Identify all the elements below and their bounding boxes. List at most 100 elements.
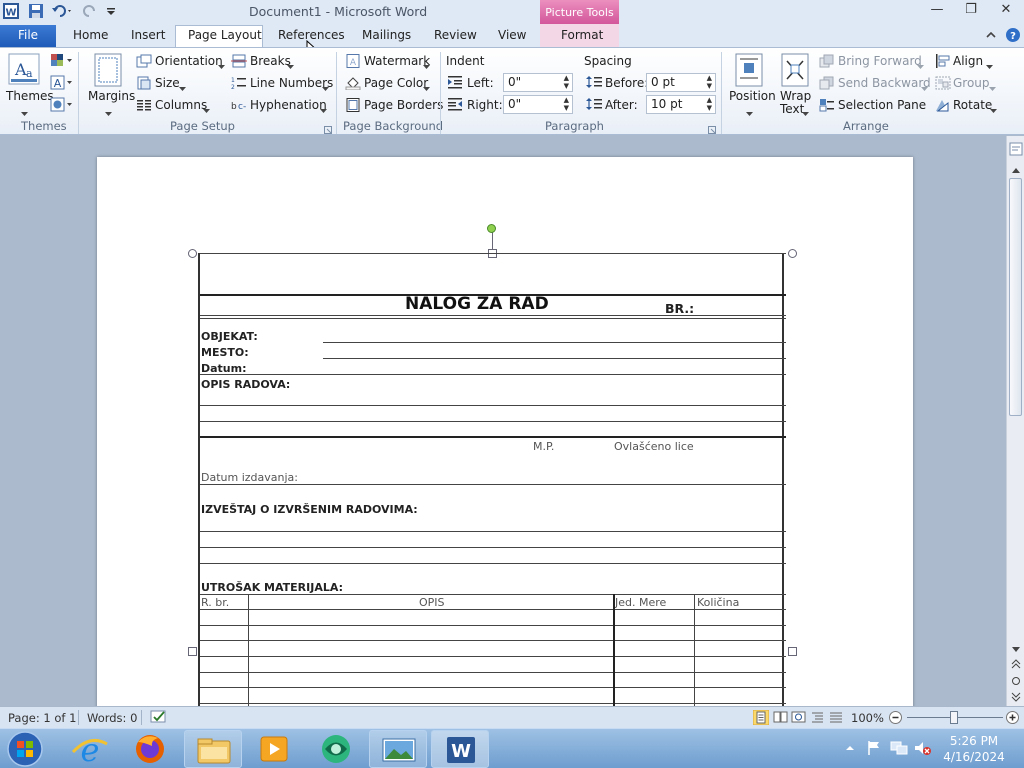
- rotation-handle[interactable]: [487, 224, 496, 233]
- save-icon[interactable]: [28, 3, 44, 22]
- taskbar-picture-viewer[interactable]: [369, 730, 427, 768]
- work-order-form-image[interactable]: NALOG ZA RAD BR.: OBJEKAT: MESTO: Datum:…: [198, 253, 786, 706]
- position-icon[interactable]: [735, 53, 763, 90]
- web-layout-view-icon[interactable]: [791, 710, 807, 728]
- indent-left-spinner[interactable]: 0" ▲ ▼: [503, 73, 573, 92]
- network-icon[interactable]: [890, 740, 908, 759]
- scroll-down-icon[interactable]: [1011, 643, 1021, 657]
- taskbar-media-player[interactable]: [245, 730, 303, 768]
- page-borders-button[interactable]: Page Borders: [364, 98, 443, 112]
- print-layout-view-icon[interactable]: [752, 709, 770, 728]
- hyphenation-button[interactable]: Hyphenation: [250, 98, 327, 112]
- tab-file[interactable]: File: [0, 25, 56, 47]
- taskbar-internet-explorer[interactable]: e: [61, 730, 119, 768]
- taskbar-microsoft-word[interactable]: W: [431, 730, 489, 768]
- page-color-dropdown-icon[interactable]: [423, 81, 431, 95]
- wrap-text-icon[interactable]: [781, 53, 809, 90]
- resize-handle-top-right[interactable]: [788, 249, 797, 258]
- spacing-before-spinner[interactable]: 0 pt ▲ ▼: [646, 73, 716, 92]
- wrap-text-label-line2[interactable]: Text: [780, 102, 804, 116]
- restore-button[interactable]: ❐: [959, 2, 983, 20]
- next-page-icon[interactable]: [1011, 691, 1021, 705]
- selection-pane-button[interactable]: Selection Pane: [838, 98, 926, 112]
- spacing-after-spinner[interactable]: 10 pt ▲ ▼: [646, 95, 716, 114]
- orientation-dropdown-icon[interactable]: [218, 59, 226, 73]
- draft-view-icon[interactable]: [828, 710, 844, 728]
- word-count-status[interactable]: Words: 0: [87, 711, 137, 725]
- resize-handle-right[interactable]: [788, 647, 797, 656]
- zoom-in-icon[interactable]: [1005, 710, 1020, 728]
- customize-qat-icon[interactable]: [106, 3, 116, 22]
- spinner-arrows-icon[interactable]: ▲ ▼: [564, 96, 569, 112]
- scroll-up-icon[interactable]: [1011, 163, 1021, 177]
- wrap-text-dropdown-icon[interactable]: [802, 106, 810, 120]
- resize-handle-top-left[interactable]: [188, 249, 197, 258]
- watermark-dropdown-icon[interactable]: [423, 59, 431, 73]
- paragraph-dialog-launcher-icon[interactable]: [708, 123, 716, 137]
- orientation-button[interactable]: Orientation: [155, 54, 223, 68]
- page-setup-dialog-launcher-icon[interactable]: [324, 123, 332, 137]
- action-center-flag-icon[interactable]: [866, 740, 882, 759]
- scroll-thumb[interactable]: [1009, 178, 1022, 416]
- vertical-scrollbar[interactable]: [1006, 136, 1024, 706]
- page-count-status[interactable]: Page: 1 of 1: [8, 711, 76, 725]
- collapse-ribbon-icon[interactable]: [985, 29, 997, 44]
- tab-home[interactable]: Home: [73, 28, 108, 42]
- volume-muted-icon[interactable]: [914, 740, 932, 759]
- tab-insert[interactable]: Insert: [131, 28, 165, 42]
- zoom-level[interactable]: 100%: [851, 711, 884, 725]
- word-app-icon[interactable]: W: [3, 3, 19, 22]
- select-browse-object-icon[interactable]: [1011, 675, 1021, 689]
- indent-right-spinner[interactable]: 0" ▲ ▼: [503, 95, 573, 114]
- margins-button[interactable]: Margins: [88, 89, 135, 103]
- bring-forward-dropdown-icon[interactable]: [917, 59, 925, 73]
- document-page[interactable]: NALOG ZA RAD BR.: OBJEKAT: MESTO: Datum:…: [97, 157, 913, 706]
- theme-colors-icon[interactable]: [50, 53, 74, 72]
- zoom-slider-thumb[interactable]: [950, 711, 958, 724]
- rotate-button[interactable]: Rotate: [953, 98, 992, 112]
- columns-button[interactable]: Columns: [155, 98, 207, 112]
- group-button[interactable]: Group: [953, 76, 990, 90]
- close-button[interactable]: ✕: [994, 2, 1018, 20]
- breaks-dropdown-icon[interactable]: [287, 59, 295, 73]
- help-icon[interactable]: ?: [1005, 27, 1021, 46]
- rotate-dropdown-icon[interactable]: [990, 103, 998, 117]
- spinner-arrows-icon[interactable]: ▲ ▼: [707, 96, 712, 112]
- margins-dropdown-icon[interactable]: [105, 106, 113, 120]
- bring-forward-button[interactable]: Bring Forward: [838, 54, 922, 68]
- tab-mailings[interactable]: Mailings: [362, 28, 411, 42]
- taskbar-file-explorer[interactable]: [184, 730, 242, 768]
- system-clock[interactable]: 5:26 PM 4/16/2024: [938, 733, 1010, 765]
- resize-handle-left[interactable]: [188, 647, 197, 656]
- spinner-arrows-icon[interactable]: ▲ ▼: [564, 74, 569, 90]
- redo-icon[interactable]: [82, 3, 98, 22]
- ruler-toggle-icon[interactable]: [1009, 142, 1023, 159]
- minimize-button[interactable]: —: [925, 2, 949, 20]
- tab-format[interactable]: Format: [561, 28, 603, 42]
- group-dropdown-icon[interactable]: [989, 81, 997, 95]
- watermark-button[interactable]: Watermark: [364, 54, 430, 68]
- undo-icon[interactable]: [51, 3, 75, 22]
- hyphenation-dropdown-icon[interactable]: [320, 103, 328, 117]
- line-numbers-button[interactable]: Line Numbers: [250, 76, 333, 90]
- themes-icon[interactable]: Aa: [8, 53, 40, 88]
- margins-icon[interactable]: [94, 53, 122, 90]
- page-color-button[interactable]: Page Color: [364, 76, 428, 90]
- line-numbers-dropdown-icon[interactable]: [322, 81, 330, 95]
- align-button[interactable]: Align: [953, 54, 983, 68]
- tab-review[interactable]: Review: [434, 28, 477, 42]
- align-dropdown-icon[interactable]: [986, 59, 994, 73]
- themes-button[interactable]: Themes: [6, 89, 54, 103]
- columns-dropdown-icon[interactable]: [203, 103, 211, 117]
- position-button[interactable]: Position: [729, 89, 776, 103]
- outline-view-icon[interactable]: [810, 710, 826, 728]
- theme-effects-icon[interactable]: [50, 97, 74, 116]
- tab-view[interactable]: View: [498, 28, 526, 42]
- send-backward-button[interactable]: Send Backward: [838, 76, 931, 90]
- themes-dropdown-icon[interactable]: [21, 106, 29, 120]
- theme-fonts-icon[interactable]: A: [50, 75, 74, 94]
- show-hidden-icons-icon[interactable]: [845, 742, 855, 756]
- proofing-icon[interactable]: [150, 710, 168, 728]
- zoom-out-icon[interactable]: [888, 710, 903, 728]
- full-screen-reading-view-icon[interactable]: [773, 710, 789, 728]
